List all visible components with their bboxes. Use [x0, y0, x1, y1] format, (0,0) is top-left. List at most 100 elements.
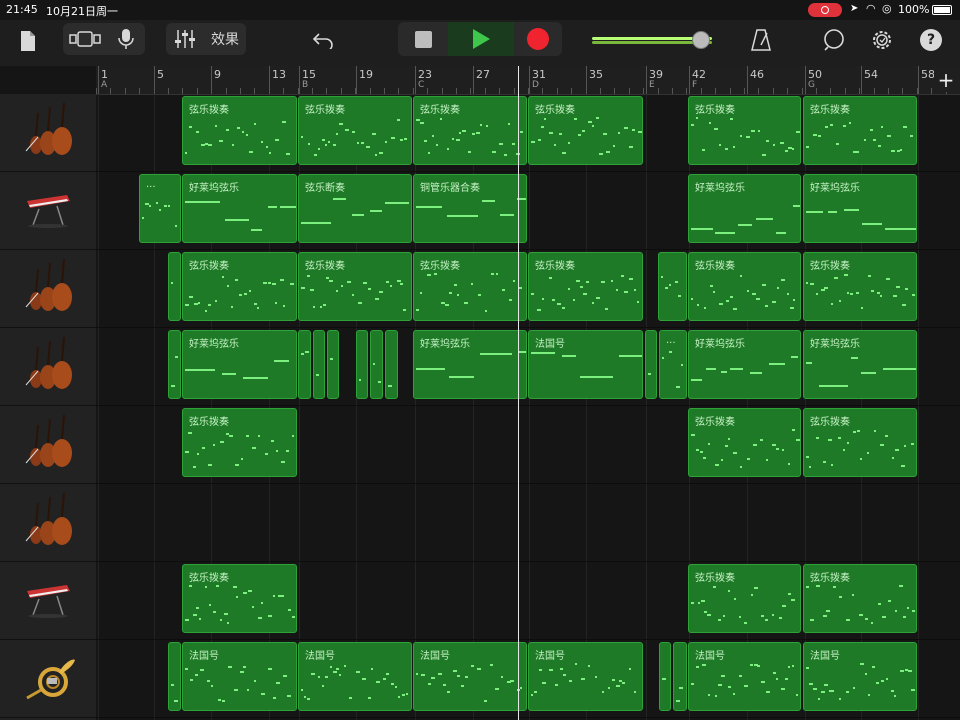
- music-region[interactable]: 法国号: [803, 642, 917, 711]
- track-header[interactable]: [0, 328, 96, 406]
- music-region[interactable]: 好莱坞弦乐: [803, 330, 917, 399]
- music-region[interactable]: 弦乐拨奏: [182, 408, 297, 477]
- music-region[interactable]: 弦乐拨奏: [688, 96, 801, 165]
- battery-percent: 100%: [898, 3, 930, 16]
- playhead[interactable]: [518, 66, 519, 720]
- music-region[interactable]: 弦乐拨奏: [528, 96, 643, 165]
- track-lane[interactable]: ... 好莱坞弦乐 弦乐断奏 铜管乐器合奏 好莱坞弦乐 好莱坞弦乐: [96, 172, 960, 250]
- midi-notes: [806, 585, 915, 628]
- ruler-section-marker[interactable]: D: [532, 80, 539, 90]
- midi-notes: [806, 195, 916, 238]
- stop-button[interactable]: [400, 24, 446, 54]
- music-region[interactable]: 弦乐拨奏: [298, 252, 412, 321]
- music-region[interactable]: 弦乐拨奏: [413, 252, 527, 321]
- music-region[interactable]: 弦乐拨奏: [298, 96, 412, 165]
- music-region[interactable]: [168, 330, 181, 399]
- music-region[interactable]: 法国号: [182, 642, 297, 711]
- undo-button[interactable]: [308, 26, 338, 54]
- music-region[interactable]: 弦乐断奏: [298, 174, 412, 243]
- track-header[interactable]: [0, 562, 96, 640]
- track-header[interactable]: [0, 172, 96, 250]
- music-region[interactable]: 好莱坞弦乐: [688, 174, 801, 243]
- music-region[interactable]: 弦乐拨奏: [803, 408, 917, 477]
- music-region[interactable]: ...: [659, 330, 687, 399]
- music-region[interactable]: 法国号: [298, 642, 412, 711]
- track-header[interactable]: [0, 484, 96, 562]
- ruler-section-marker[interactable]: E: [649, 80, 655, 90]
- music-region[interactable]: 弦乐拨奏: [182, 96, 297, 165]
- track-header[interactable]: [0, 250, 96, 328]
- music-region[interactable]: 弦乐拨奏: [803, 96, 917, 165]
- track-lane[interactable]: 弦乐拨奏 弦乐拨奏 弦乐拨奏: [96, 562, 960, 640]
- settings-button[interactable]: [868, 26, 896, 54]
- music-region[interactable]: [168, 642, 181, 711]
- track-lane[interactable]: [96, 484, 960, 562]
- music-region[interactable]: [313, 330, 325, 399]
- music-region[interactable]: [370, 330, 383, 399]
- ruler-section-marker[interactable]: A: [101, 80, 107, 90]
- music-region[interactable]: 好莱坞弦乐: [182, 330, 297, 399]
- music-region[interactable]: 弦乐拨奏: [803, 564, 917, 633]
- track-lane[interactable]: 好莱坞弦乐 好莱坞弦乐 法国号... 好莱坞弦乐 好莱坞弦乐: [96, 328, 960, 406]
- metronome-button[interactable]: [748, 26, 774, 54]
- music-region[interactable]: 弦乐拨奏: [688, 252, 801, 321]
- music-region[interactable]: 弦乐拨奏: [688, 408, 801, 477]
- track-header[interactable]: [0, 94, 96, 172]
- browser-button[interactable]: [66, 25, 106, 53]
- help-button[interactable]: ?: [918, 27, 944, 53]
- midi-notes: [185, 117, 294, 160]
- timeline-ruler[interactable]: 1 A 5 9 13 15 B 19 23 C 27 31 D 35 39 E 42 F 46 50 G 54 58: [96, 66, 960, 95]
- music-region[interactable]: 好莱坞弦乐: [688, 330, 801, 399]
- record-button[interactable]: [516, 24, 560, 54]
- loop-browser-button[interactable]: [820, 26, 848, 54]
- track-controls-button[interactable]: [170, 25, 200, 53]
- tracks-area[interactable]: 弦乐拨奏 弦乐拨奏 弦乐拨奏 弦乐拨奏 弦乐拨奏 弦乐拨奏... 好莱坞弦乐 弦乐断奏 铜管乐器…: [96, 94, 960, 720]
- music-region[interactable]: [673, 642, 687, 711]
- music-region[interactable]: 弦乐拨奏: [413, 96, 527, 165]
- music-region[interactable]: 弦乐拨奏: [182, 564, 297, 633]
- music-region[interactable]: [168, 252, 181, 321]
- track-lane[interactable]: 法国号 法国号 法国号 法国号 法国号 法国号: [96, 640, 960, 718]
- ruler-bar-line: [805, 66, 806, 94]
- music-region[interactable]: [327, 330, 339, 399]
- music-region[interactable]: 法国号: [688, 642, 801, 711]
- music-region[interactable]: [298, 330, 311, 399]
- music-region[interactable]: 弦乐拨奏: [688, 564, 801, 633]
- music-region[interactable]: 弦乐拨奏: [528, 252, 643, 321]
- music-region[interactable]: 弦乐拨奏: [803, 252, 917, 321]
- music-region[interactable]: ...: [139, 174, 181, 243]
- track-lane[interactable]: 弦乐拨奏 弦乐拨奏 弦乐拨奏 弦乐拨奏 弦乐拨奏 弦乐拨奏: [96, 250, 960, 328]
- midi-notes: [185, 585, 295, 628]
- music-region[interactable]: [385, 330, 398, 399]
- track-header[interactable]: [0, 640, 96, 718]
- music-region[interactable]: 弦乐拨奏: [182, 252, 297, 321]
- track-lane[interactable]: 弦乐拨奏 弦乐拨奏 弦乐拨奏 弦乐拨奏 弦乐拨奏 弦乐拨奏: [96, 94, 960, 172]
- music-region[interactable]: 好莱坞弦乐: [803, 174, 917, 243]
- my-songs-button[interactable]: [14, 26, 42, 56]
- ruler-section-marker[interactable]: G: [808, 80, 815, 90]
- track-lane[interactable]: 弦乐拨奏 弦乐拨奏 弦乐拨奏: [96, 406, 960, 484]
- music-region[interactable]: [659, 642, 671, 711]
- music-region[interactable]: [645, 330, 657, 399]
- add-section-button[interactable]: +: [934, 68, 958, 92]
- master-volume-slider[interactable]: [592, 31, 718, 49]
- music-region[interactable]: 铜管乐器合奏: [413, 174, 527, 243]
- music-region[interactable]: 法国号: [528, 330, 643, 399]
- microphone-button[interactable]: [112, 25, 140, 53]
- ruler-section-marker[interactable]: B: [302, 80, 308, 90]
- ruler-section-marker[interactable]: F: [692, 80, 697, 90]
- play-button[interactable]: [448, 22, 514, 56]
- ruler-section-marker[interactable]: C: [418, 80, 424, 90]
- region-label: 弦乐拨奏: [810, 105, 850, 116]
- music-region[interactable]: 法国号: [528, 642, 643, 711]
- midi-notes: [359, 351, 365, 394]
- music-region[interactable]: [356, 330, 368, 399]
- music-region[interactable]: [658, 252, 687, 321]
- ruler-bar-line: [473, 66, 474, 94]
- music-region[interactable]: 好莱坞弦乐: [413, 330, 527, 399]
- effects-button[interactable]: 效果: [206, 25, 244, 53]
- track-header[interactable]: [0, 406, 96, 484]
- music-region[interactable]: 法国号: [413, 642, 527, 711]
- volume-knob[interactable]: [692, 31, 710, 49]
- music-region[interactable]: 好莱坞弦乐: [182, 174, 297, 243]
